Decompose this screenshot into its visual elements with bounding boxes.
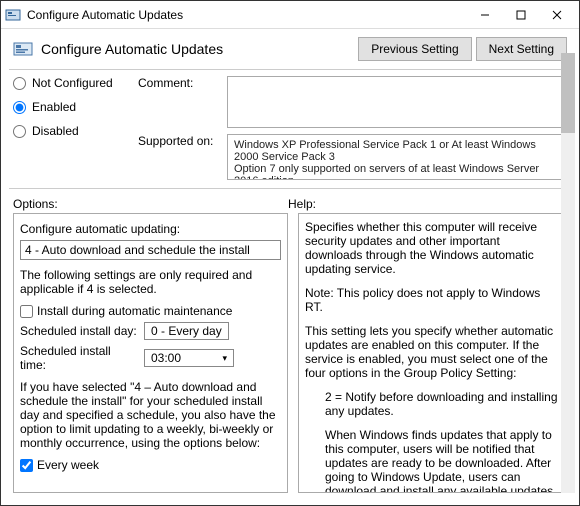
install-day-value: 0 - Every day [151,324,222,338]
install-day-select[interactable]: 0 - Every day [144,322,229,340]
install-time-select[interactable]: 03:00 ▾ [144,349,234,367]
supported-on-text: Windows XP Professional Service Pack 1 o… [227,134,567,180]
install-time-value: 03:00 [151,351,181,365]
options-panel[interactable]: Configure automatic updating: 4 - Auto d… [13,213,288,493]
help-label: Help: [288,197,316,211]
configure-updating-value: 4 - Auto download and schedule the insta… [25,243,250,257]
maintenance-checkbox[interactable] [20,305,33,318]
help-p4: 2 = Notify before downloading and instal… [305,390,560,418]
chevron-down-icon: ▾ [222,353,227,364]
window-title: Configure Automatic Updates [27,8,467,22]
pane-labels: Options: Help: [1,195,579,213]
comment-label: Comment: [138,76,223,90]
help-p1: Specifies whether this computer will rec… [305,220,560,276]
scrollbar-thumb[interactable] [561,53,575,133]
help-p2: Note: This policy does not apply to Wind… [305,286,560,314]
options-note-2: If you have selected "4 – Auto download … [20,380,281,450]
radio-disabled-input[interactable] [13,125,26,138]
every-week-row[interactable]: Every week [20,458,281,472]
radio-not-configured-label: Not Configured [32,76,113,90]
policy-icon [5,7,21,23]
policy-header: Configure Automatic Updates Previous Set… [1,29,579,69]
every-week-label: Every week [37,458,99,472]
policy-window: Configure Automatic Updates Configure Au… [0,0,580,506]
options-note-1: The following settings are only required… [20,268,281,296]
minimize-button[interactable] [467,3,503,27]
help-p5: When Windows finds updates that apply to… [305,428,560,493]
maintenance-label: Install during automatic maintenance [37,304,232,318]
help-panel[interactable]: Specifies whether this computer will rec… [298,213,567,493]
every-week-checkbox[interactable] [20,459,33,472]
maximize-button[interactable] [503,3,539,27]
titlebar: Configure Automatic Updates [1,1,579,29]
maintenance-checkbox-row[interactable]: Install during automatic maintenance [20,304,281,318]
radio-enabled[interactable]: Enabled [13,100,138,114]
close-button[interactable] [539,3,575,27]
supported-label: Supported on: [138,134,223,148]
install-time-label: Scheduled install time: [20,344,140,372]
configure-updating-select[interactable]: 4 - Auto download and schedule the insta… [20,240,281,260]
previous-setting-button[interactable]: Previous Setting [358,37,471,61]
help-p3: This setting lets you specify whether au… [305,324,560,380]
radio-enabled-input[interactable] [13,101,26,114]
panels: Configure automatic updating: 4 - Auto d… [1,213,579,505]
next-setting-button[interactable]: Next Setting [476,37,567,61]
radio-not-configured-input[interactable] [13,77,26,90]
comment-field[interactable] [227,76,567,128]
options-label: Options: [13,197,288,211]
policy-large-icon [13,39,33,59]
radio-enabled-label: Enabled [32,100,76,114]
install-day-label: Scheduled install day: [20,324,140,338]
window-scrollbar[interactable] [561,53,575,493]
radio-not-configured[interactable]: Not Configured [13,76,138,90]
policy-name: Configure Automatic Updates [41,41,223,57]
radio-disabled[interactable]: Disabled [13,124,138,138]
radio-disabled-label: Disabled [32,124,79,138]
configure-updating-label: Configure automatic updating: [20,222,281,236]
state-section: Not Configured Enabled Disabled Comment:… [1,76,579,188]
